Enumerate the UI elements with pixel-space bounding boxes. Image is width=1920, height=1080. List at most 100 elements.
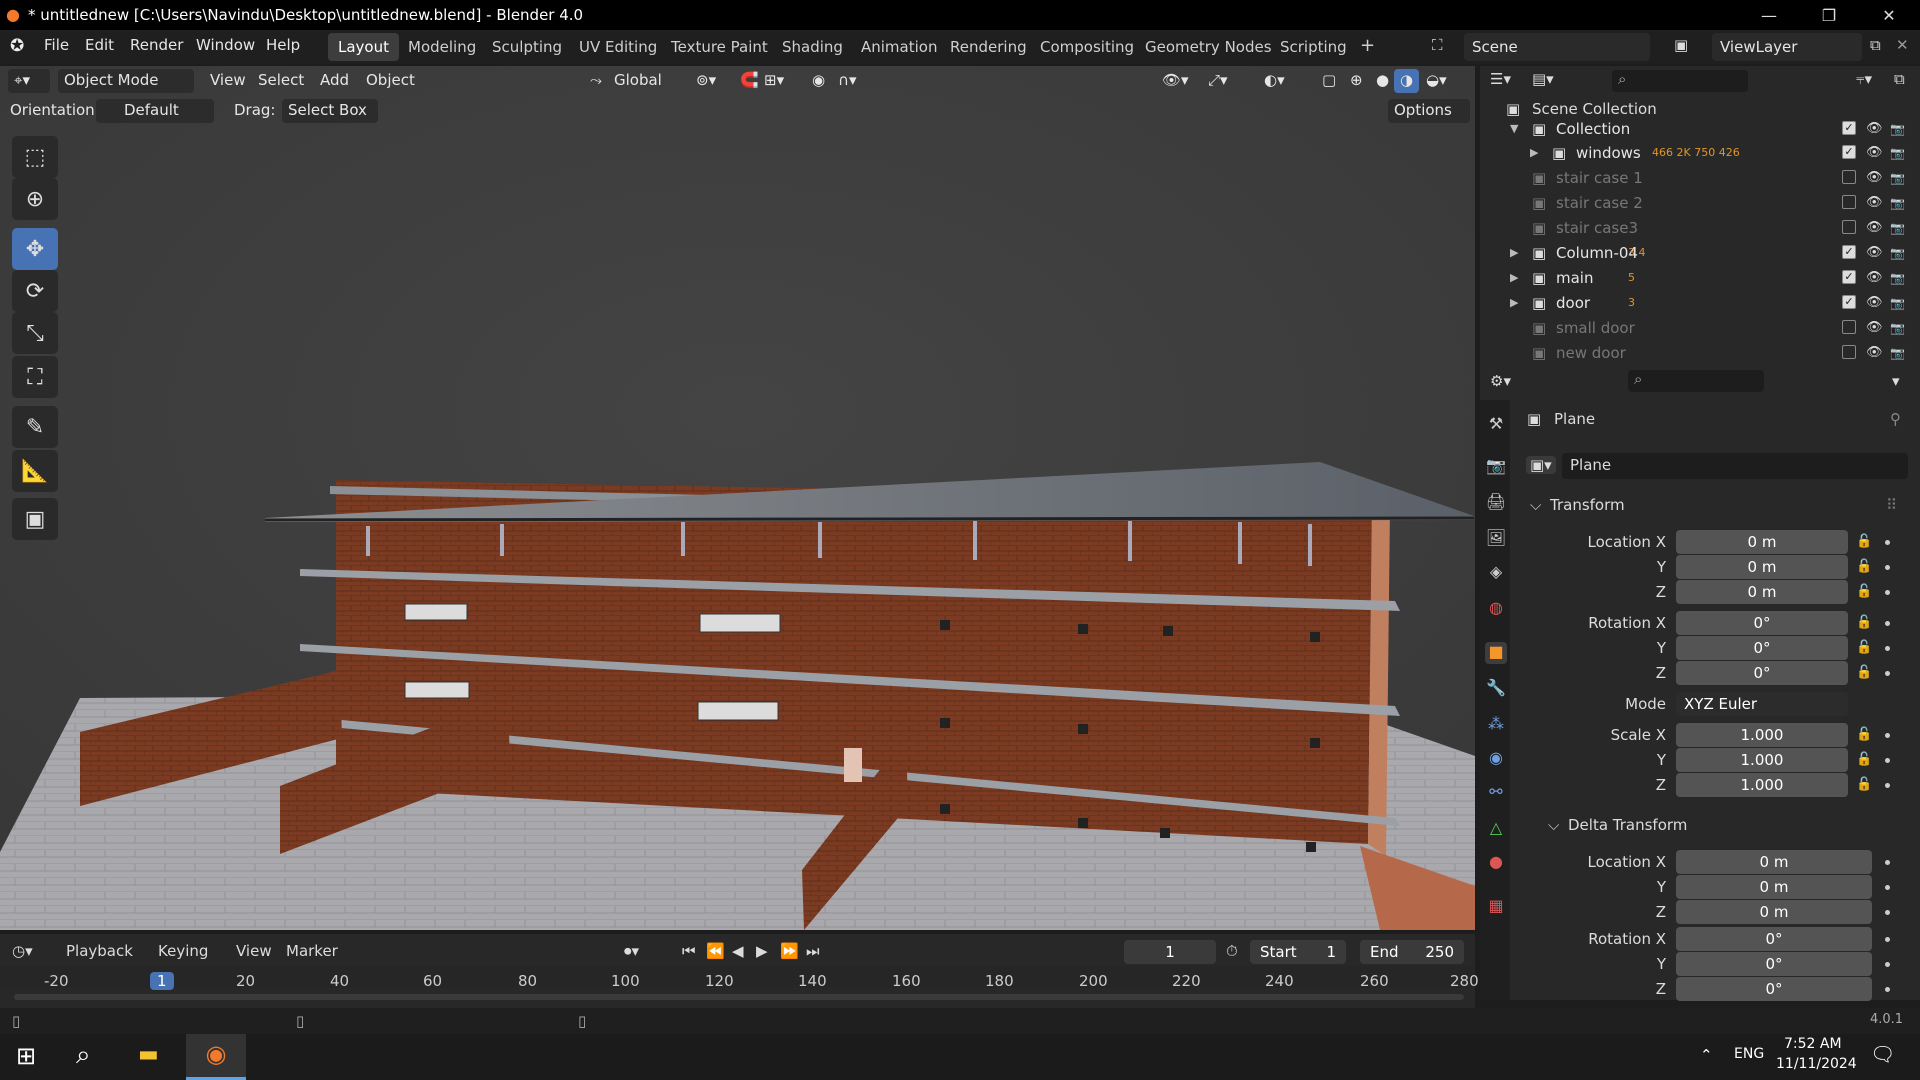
transform-value-field[interactable]: 0° xyxy=(1676,636,1848,660)
keyframe-dot-icon[interactable] xyxy=(1885,885,1890,890)
world-tab-icon[interactable]: ◍ xyxy=(1485,598,1507,620)
exclude-checkbox[interactable] xyxy=(1842,345,1856,359)
data-tab-icon[interactable]: △ xyxy=(1485,818,1507,840)
outliner-editor-icon[interactable]: ☰▾ xyxy=(1490,70,1511,88)
delta-panel-toggle[interactable]: ⌵ xyxy=(1548,816,1559,834)
physics-tab-icon[interactable]: ◉ xyxy=(1485,748,1507,770)
keyframe-dot-icon[interactable] xyxy=(1885,733,1890,738)
particles-tab-icon[interactable]: ⁂ xyxy=(1485,714,1507,736)
file-explorer-icon[interactable]: ▬ xyxy=(138,1042,159,1067)
delta-value-field[interactable]: 0° xyxy=(1676,927,1872,951)
windows-start-icon[interactable]: ⊞ xyxy=(16,1042,36,1070)
expand-arrow-icon[interactable]: ▶ xyxy=(1510,271,1518,284)
lock-icon[interactable]: 🔓 xyxy=(1856,584,1872,599)
view-layer-remove-icon[interactable]: ✕ xyxy=(1896,36,1909,54)
transform-value-field[interactable]: 0 m xyxy=(1676,555,1848,579)
close-button[interactable]: ✕ xyxy=(1860,0,1918,30)
properties-search-input[interactable]: ⌕ xyxy=(1628,370,1764,392)
lock-icon[interactable]: 🔓 xyxy=(1856,777,1872,792)
drag-dropdown[interactable]: Select Box xyxy=(282,99,378,123)
view-layer-add-icon[interactable]: ⧉ xyxy=(1870,36,1881,54)
tab-uv-editing[interactable]: UV Editing xyxy=(569,33,667,61)
scale-value-field[interactable]: 1.000 xyxy=(1676,773,1848,797)
jump-end-button[interactable]: ⏭ xyxy=(806,942,820,960)
annotate-tool[interactable]: ✎ xyxy=(12,406,58,448)
tab-sculpting[interactable]: Sculpting xyxy=(482,33,572,61)
keyframe-dot-icon[interactable] xyxy=(1885,962,1890,967)
object-name-field[interactable]: Plane xyxy=(1562,453,1908,479)
lock-icon[interactable]: 🔓 xyxy=(1856,534,1872,549)
outliner-row[interactable]: ▣ stair case3 👁 📷 xyxy=(1480,215,1920,240)
menu-help[interactable]: Help xyxy=(266,36,300,54)
keyframe-dot-icon[interactable] xyxy=(1885,540,1890,545)
tab-geometry-nodes[interactable]: Geometry Nodes xyxy=(1135,33,1282,61)
keyframe-dot-icon[interactable] xyxy=(1885,565,1890,570)
lock-icon[interactable]: 🔓 xyxy=(1856,752,1872,767)
overlay-icon[interactable]: ◐▾ xyxy=(1258,69,1291,93)
pivot-point-icon[interactable]: ⊚▾ xyxy=(690,69,722,93)
delta-value-field[interactable]: 0 m xyxy=(1676,900,1872,924)
play-button[interactable]: ▶ xyxy=(756,942,768,960)
outliner-row[interactable]: ▼ ▣ Collection ✓ 👁 📷 xyxy=(1480,116,1920,141)
tab-layout[interactable]: Layout xyxy=(328,33,399,61)
exclude-checkbox[interactable] xyxy=(1842,170,1856,184)
render-camera-icon[interactable]: 📷 xyxy=(1890,221,1905,235)
transform-orientation-icon[interactable]: ⤳ xyxy=(584,69,608,93)
scene-icon[interactable]: ⛶ xyxy=(1432,36,1443,54)
keyframe-dot-icon[interactable] xyxy=(1885,910,1890,915)
scale-value-field[interactable]: 1.000 xyxy=(1676,748,1848,772)
wireframe-shading-icon[interactable]: ⊕ xyxy=(1344,69,1369,93)
notification-icon[interactable]: 🗨 xyxy=(1870,1042,1895,1066)
menu-render[interactable]: Render xyxy=(130,36,183,54)
lock-icon[interactable]: 🔓 xyxy=(1856,640,1872,655)
tab-texture-paint[interactable]: Texture Paint xyxy=(661,33,778,61)
menu-window[interactable]: Window xyxy=(196,36,255,54)
render-camera-icon[interactable]: 📷 xyxy=(1890,271,1905,285)
outliner-row[interactable]: ▣ small door 👁 📷 xyxy=(1480,315,1920,340)
exclude-checkbox[interactable] xyxy=(1842,220,1856,234)
keyframe-dot-icon[interactable] xyxy=(1885,646,1890,651)
rendered-shading-icon[interactable]: ◒▾ xyxy=(1420,69,1453,93)
view-layer-selector[interactable]: ViewLayer xyxy=(1712,33,1862,61)
properties-options-icon[interactable]: ▾ xyxy=(1892,372,1900,390)
modifier-tab-icon[interactable]: 🔧 xyxy=(1485,678,1507,700)
render-tab-icon[interactable]: 📷 xyxy=(1485,456,1507,478)
search-icon[interactable]: ⌕ xyxy=(76,1040,91,1071)
eye-icon[interactable]: 👁 xyxy=(1866,121,1883,136)
scene-selector[interactable]: Scene xyxy=(1464,33,1650,61)
menu-edit[interactable]: Edit xyxy=(85,36,114,54)
view-layer-icon[interactable]: ▣ xyxy=(1674,36,1688,54)
timeline-marker-menu[interactable]: Marker xyxy=(286,942,338,960)
delta-value-field[interactable]: 0° xyxy=(1676,952,1872,976)
select-box-tool[interactable]: ⬚ xyxy=(12,136,58,178)
scene-tab-icon[interactable]: ◈ xyxy=(1485,562,1507,584)
eye-icon[interactable]: 👁 xyxy=(1866,295,1883,310)
transform-orientation-dropdown[interactable]: Global xyxy=(608,69,668,93)
render-camera-icon[interactable]: 📷 xyxy=(1890,146,1905,160)
constraints-tab-icon[interactable]: ⚯ xyxy=(1485,782,1507,804)
eye-icon[interactable]: 👁 xyxy=(1866,220,1883,235)
language-indicator[interactable]: ENG xyxy=(1734,1046,1764,1062)
menu-select[interactable]: Select xyxy=(252,69,310,93)
material-tab-icon[interactable]: ● xyxy=(1485,852,1507,874)
outliner-row[interactable]: ▶ ▣ door 3 ✓ 👁 📷 xyxy=(1480,290,1920,315)
lock-icon[interactable]: 🔓 xyxy=(1856,665,1872,680)
object-tab-icon[interactable]: ■ xyxy=(1485,642,1507,664)
outliner-row[interactable]: ▣ new door 👁 📷 xyxy=(1480,340,1920,365)
render-camera-icon[interactable]: 📷 xyxy=(1890,296,1905,310)
minimize-button[interactable]: — xyxy=(1740,0,1798,30)
exclude-checkbox[interactable]: ✓ xyxy=(1842,270,1856,284)
playback-menu[interactable]: Playback xyxy=(66,942,133,960)
timeline-editor-icon[interactable]: ◷▾ xyxy=(12,942,33,960)
menu-object[interactable]: Object xyxy=(360,69,421,93)
tab-compositing[interactable]: Compositing xyxy=(1030,33,1144,61)
snap-target-icon[interactable]: ⊞▾ xyxy=(758,69,790,93)
eye-icon[interactable]: 👁 xyxy=(1866,270,1883,285)
timeline-ruler[interactable] xyxy=(0,966,1475,988)
keyframe-dot-icon[interactable] xyxy=(1885,590,1890,595)
move-tool[interactable]: ✥ xyxy=(12,228,58,270)
render-camera-icon[interactable]: 📷 xyxy=(1890,321,1905,335)
blender-taskbar-icon[interactable]: ◉ xyxy=(186,1034,246,1080)
blender-menu-icon[interactable]: ✪ xyxy=(10,36,24,56)
lock-icon[interactable]: 🔓 xyxy=(1856,727,1872,742)
